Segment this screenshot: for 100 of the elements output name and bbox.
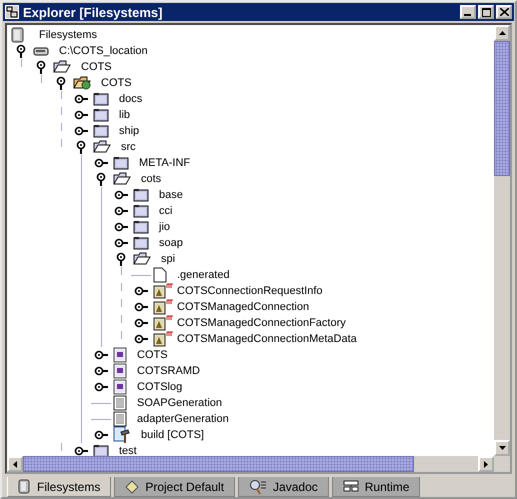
tree-item-label[interactable]: adapterGeneration [137, 413, 229, 425]
expand-toggle[interactable] [114, 204, 128, 218]
tree-item-label[interactable]: COTSlog [137, 381, 182, 393]
open-folder-icon [93, 140, 111, 154]
scroll-right-button[interactable] [478, 456, 494, 472]
expand-toggle[interactable] [34, 60, 48, 74]
open-folder-icon [53, 60, 71, 74]
tree-item-label[interactable]: COTSManagedConnectionFactory [177, 317, 346, 329]
scroll-down-button[interactable] [494, 440, 510, 456]
open-folder-icon [133, 252, 151, 266]
folder-icon [93, 92, 109, 106]
form-icon [113, 363, 127, 379]
tab[interactable]: Project Default [114, 477, 236, 497]
minimize-button[interactable] [460, 5, 476, 19]
tree-item-label[interactable]: soap [159, 237, 183, 249]
folder-icon [133, 236, 149, 250]
expand-toggle[interactable] [114, 220, 128, 234]
tree-item-label[interactable]: base [159, 189, 183, 201]
maximize-button[interactable] [478, 5, 494, 19]
tree-item-label[interactable]: Filesystems [39, 29, 98, 41]
folder-icon [133, 220, 149, 234]
expand-toggle[interactable] [94, 380, 108, 394]
package-icon [73, 75, 91, 91]
expand-toggle[interactable] [54, 76, 68, 90]
expand-toggle[interactable] [134, 316, 148, 330]
folder-icon [93, 108, 109, 122]
tree-item-label[interactable]: SOAPGeneration [137, 397, 222, 409]
tree-item-label[interactable]: cci [159, 205, 172, 217]
tree-item-label[interactable]: .generated [177, 269, 230, 281]
expand-toggle[interactable] [94, 348, 108, 362]
tree-item-label[interactable]: spi [161, 253, 176, 265]
expand-toggle[interactable] [74, 140, 88, 154]
class-icon [153, 299, 175, 315]
right-arrow-icon [484, 460, 488, 468]
tab[interactable]: Filesystems [7, 477, 112, 497]
expand-toggle[interactable] [74, 444, 88, 456]
expand-toggle[interactable] [114, 188, 128, 202]
tree-item-label[interactable]: docs [119, 93, 142, 105]
tree-item-label[interactable]: lib [119, 109, 130, 121]
folder-icon [113, 156, 129, 170]
window-icon [5, 5, 19, 19]
maximize-icon [482, 8, 490, 16]
folder-icon [133, 204, 149, 218]
expand-toggle[interactable] [94, 172, 108, 186]
expand-toggle[interactable] [14, 44, 28, 58]
class-icon [153, 283, 175, 299]
scroll-thumb[interactable] [23, 456, 414, 472]
expand-toggle[interactable] [134, 300, 148, 314]
tree-item-label[interactable]: jio [159, 221, 170, 233]
tree-item-label[interactable]: COTSConnectionRequestInfo [177, 285, 323, 297]
expand-toggle[interactable] [94, 364, 108, 378]
form-icon [113, 379, 127, 395]
expand-toggle[interactable] [94, 156, 108, 170]
hammer-icon [113, 426, 131, 444]
tree-item-label[interactable]: ship [119, 125, 140, 137]
tree-item-label[interactable]: COTS [101, 77, 132, 89]
tree-item-label[interactable]: COTS [81, 61, 112, 73]
down-arrow-icon [498, 446, 506, 450]
network-icon [342, 480, 359, 494]
filesystems-icon [18, 479, 31, 494]
expand-toggle[interactable] [74, 124, 88, 138]
folder-icon [93, 444, 109, 456]
up-arrow-icon [498, 31, 506, 35]
tree-item-label[interactable]: src [121, 141, 136, 153]
expand-toggle[interactable] [74, 92, 88, 106]
blank-file-icon [153, 267, 167, 283]
expand-toggle[interactable] [134, 332, 148, 346]
tree-item-label[interactable]: META-INF [139, 157, 190, 169]
diamond-icon [125, 480, 140, 494]
tree-item-label[interactable]: build [COTS] [141, 429, 204, 441]
left-arrow-icon [13, 460, 17, 468]
folder-icon [93, 124, 109, 138]
window-title: Explorer [Filesystems] [23, 4, 164, 20]
tree-item-label[interactable]: COTSRAMD [137, 365, 200, 377]
tree-item-label[interactable]: COTS [137, 349, 168, 361]
tree-item-label[interactable]: C:\COTS_location [59, 45, 148, 57]
tree-item-label[interactable]: cots [141, 173, 162, 185]
folder-icon [133, 188, 149, 202]
expand-toggle[interactable] [134, 284, 148, 298]
close-button[interactable] [496, 5, 512, 19]
filesystems-icon [11, 27, 25, 43]
tree-item-label[interactable]: COTSManagedConnectionMetaData [177, 333, 357, 345]
scroll-thumb[interactable] [494, 41, 510, 176]
magnifier-icon [249, 478, 268, 494]
scrollbar-corner [494, 456, 510, 472]
expand-toggle[interactable] [114, 236, 128, 250]
horizontal-scrollbar[interactable] [7, 456, 494, 472]
class-icon [153, 331, 175, 347]
scroll-up-button[interactable] [494, 25, 510, 41]
expand-toggle[interactable] [94, 428, 108, 442]
form-icon [113, 347, 127, 363]
expand-toggle[interactable] [74, 108, 88, 122]
tab[interactable]: Javadoc [238, 477, 329, 497]
tree-item-label[interactable]: COTSManagedConnection [177, 301, 310, 313]
tree-item-label[interactable]: test [119, 445, 137, 456]
document-icon [113, 411, 127, 427]
tab[interactable]: Runtime [332, 477, 420, 497]
vertical-scrollbar[interactable] [494, 25, 510, 456]
expand-toggle[interactable] [114, 252, 128, 266]
scroll-left-button[interactable] [7, 456, 23, 472]
